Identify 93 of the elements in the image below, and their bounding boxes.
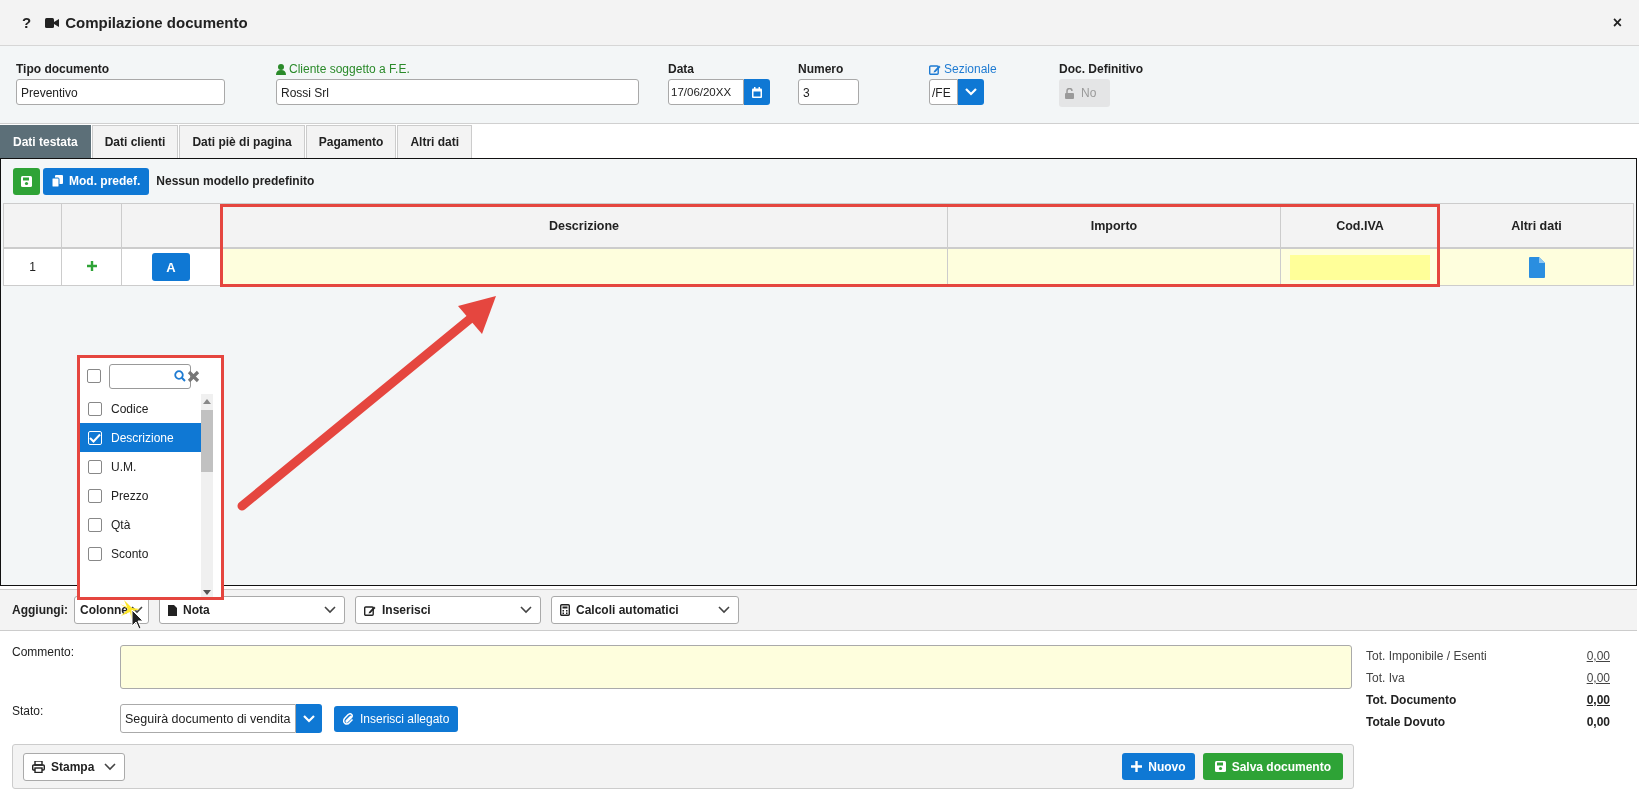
section-select[interactable]: /FE	[929, 79, 958, 105]
search-icon	[174, 370, 186, 382]
window-title: Compilazione documento	[65, 14, 248, 31]
new-button[interactable]: Nuovo	[1122, 753, 1195, 780]
total-label: Totale Dovuto	[1366, 715, 1446, 729]
scrollbar[interactable]	[201, 394, 213, 597]
column-header[interactable]: Altri dati	[1440, 203, 1634, 249]
description-cell[interactable]	[221, 249, 948, 286]
column-header[interactable]: Importo	[948, 203, 1281, 249]
column-option[interactable]: Prezzo	[80, 481, 201, 510]
checkbox[interactable]	[88, 459, 102, 474]
column-option[interactable]: Descrizione	[80, 423, 201, 452]
status-select[interactable]: Seguirà documento di vendita	[120, 704, 296, 733]
column-option[interactable]: Codice	[80, 394, 201, 423]
row-number: 1	[3, 249, 62, 286]
total-value[interactable]: 0,00	[1586, 693, 1610, 707]
text-field[interactable]: Preventivo	[16, 79, 225, 105]
vat-code-field[interactable]	[1290, 254, 1430, 280]
checkbox[interactable]	[88, 517, 102, 532]
tab[interactable]: Altri dati	[397, 125, 473, 158]
add-label: Aggiungi:	[12, 603, 68, 617]
clear-icon[interactable]	[187, 369, 200, 383]
field-label: Cliente soggetto a F.E.	[276, 61, 410, 77]
paperclip-icon	[343, 712, 354, 725]
plus-icon	[1131, 761, 1143, 772]
chevron-down-icon	[131, 606, 143, 614]
default-model-button[interactable]: Mod. predef.	[43, 167, 150, 195]
chevron-down-icon	[718, 606, 730, 614]
attach-button[interactable]: Inserisci allegato	[334, 705, 459, 732]
checkbox[interactable]	[88, 488, 102, 503]
field-label: Tipo documento	[16, 61, 110, 77]
total-label: Tot. Iva	[1366, 671, 1405, 685]
edit-icon	[929, 63, 941, 75]
total-label: Tot. Imponibile / Esenti	[1366, 649, 1487, 663]
text-field[interactable]: Rossi Srl	[276, 79, 639, 105]
chevron-down-icon	[104, 762, 116, 771]
model-status: Nessun modello predefinito	[156, 174, 315, 188]
person-icon	[276, 63, 286, 75]
header-cell	[3, 203, 62, 249]
dropdown-menu-button[interactable]: Inserisci	[355, 596, 541, 624]
total-value[interactable]: 0,00	[1586, 671, 1610, 685]
floppy-icon	[21, 175, 32, 187]
add-row-icon[interactable]	[86, 260, 97, 274]
column-option[interactable]: Sconto	[80, 539, 201, 568]
tab[interactable]: Dati testata	[0, 125, 91, 158]
print-button[interactable]: Stampa	[23, 752, 125, 781]
chevron-down-icon	[965, 88, 977, 96]
edit-icon	[364, 604, 376, 616]
text-field[interactable]: 3	[798, 79, 859, 105]
video-camera-icon	[45, 17, 60, 28]
total-label: Tot. Documento	[1366, 693, 1457, 707]
amount-cell[interactable]	[948, 249, 1281, 286]
close-button[interactable]: ×	[1612, 13, 1622, 32]
column-option[interactable]: Qtà	[80, 510, 201, 539]
help-button[interactable]: ?	[22, 14, 32, 31]
field-label: Doc. Definitivo	[1059, 61, 1143, 77]
row-action-button[interactable]: A	[152, 253, 190, 281]
chevron-down-icon	[303, 714, 315, 723]
save-button[interactable]	[13, 167, 40, 195]
dropdown-menu-button[interactable]: Nota	[159, 596, 345, 624]
checkbox[interactable]	[88, 546, 102, 561]
field-label: Data	[668, 61, 694, 77]
column-header[interactable]: Cod.IVA	[1281, 203, 1440, 249]
total-value: 0,00	[1586, 715, 1610, 729]
document-icon[interactable]	[1528, 256, 1545, 278]
checkbox[interactable]	[88, 401, 102, 416]
file-icon	[168, 604, 177, 616]
field-label: Numero	[798, 61, 844, 77]
comment-field[interactable]	[120, 645, 1352, 689]
dropdown-menu-button[interactable]: Calcoli automatici	[551, 596, 739, 624]
floppy-icon	[1214, 761, 1226, 772]
select-all-checkbox[interactable]	[87, 369, 101, 383]
date-field[interactable]: 17/06/20XX	[668, 79, 744, 105]
chevron-down-icon	[520, 606, 532, 614]
total-value[interactable]: 0,00	[1586, 649, 1610, 663]
tab[interactable]: Dati clienti	[91, 125, 179, 158]
printer-icon	[32, 760, 45, 773]
copy-icon	[52, 175, 63, 187]
status-label: Stato:	[12, 704, 45, 718]
column-header[interactable]: Descrizione	[221, 203, 948, 249]
tab[interactable]: Dati piè di pagina	[179, 125, 305, 158]
search-field[interactable]	[109, 363, 191, 389]
comment-label: Commento:	[12, 645, 76, 659]
field-label[interactable]: Sezionale	[929, 61, 997, 77]
calculator-icon	[560, 604, 570, 616]
lock-icon	[1065, 87, 1075, 99]
chevron-down-icon	[324, 606, 336, 614]
calendar-button[interactable]	[744, 79, 770, 105]
tab[interactable]: Pagamento	[305, 125, 397, 158]
dropdown-button[interactable]	[958, 79, 984, 105]
column-option[interactable]: U.M.	[80, 452, 201, 481]
calendar-icon	[752, 86, 762, 98]
dropdown-button[interactable]	[296, 704, 322, 733]
